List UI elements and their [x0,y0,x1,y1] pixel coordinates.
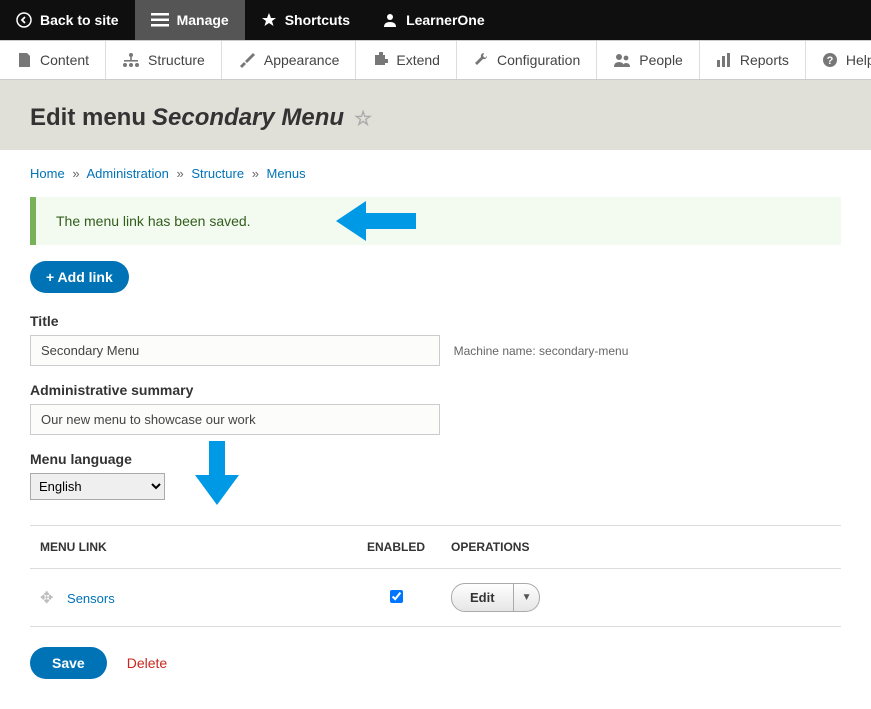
reports-icon [716,52,732,68]
menu-content-label: Content [40,52,89,68]
annotation-arrow-icon [336,201,416,241]
breadcrumb: Home » Administration » Structure » Menu… [30,166,841,181]
menu-reports[interactable]: Reports [700,41,806,79]
content-region: Home » Administration » Structure » Menu… [0,150,871,709]
machine-name-value: secondary-menu [539,344,628,358]
toolbar: Back to site Manage Shortcuts LearnerOne [0,0,871,40]
form-actions: Save Delete [30,647,841,679]
breadcrumb-sep: » [72,166,79,181]
language-select[interactable]: English [30,473,165,500]
hamburger-icon [151,13,169,27]
dropdown-toggle[interactable]: ▼ [514,583,541,612]
extend-icon [372,52,388,68]
menu-people[interactable]: People [597,41,700,79]
menu-structure-label: Structure [148,52,205,68]
menu-appearance[interactable]: Appearance [222,41,357,79]
page-header: Edit menu Secondary Menu ☆ [0,80,871,150]
language-label: Menu language [30,451,165,467]
shortcuts-button[interactable]: Shortcuts [245,0,366,40]
manage-label: Manage [177,12,229,28]
title-row: Title Machine name: secondary-menu [30,313,841,366]
menu-links-table: MENU LINK ENABLED OPERATIONS ✥ Sensors E… [30,525,841,627]
star-icon [261,12,277,28]
breadcrumb-sep: » [252,166,259,181]
back-icon [16,12,32,28]
menu-people-label: People [639,52,683,68]
col-operations: OPERATIONS [441,526,841,569]
language-row: Menu language English [30,451,841,505]
svg-text:?: ? [827,55,834,67]
summary-input[interactable] [30,404,440,435]
user-icon [382,12,398,28]
annotation-arrow-down-icon [195,441,239,505]
breadcrumb-admin[interactable]: Administration [86,166,168,181]
col-menu-link: MENU LINK [30,526,351,569]
drag-handle-icon[interactable]: ✥ [40,590,53,607]
menu-structure[interactable]: Structure [106,41,222,79]
col-enabled: ENABLED [351,526,441,569]
table-row: ✥ Sensors Edit ▼ [30,569,841,627]
user-button[interactable]: LearnerOne [366,0,501,40]
manage-button[interactable]: Manage [135,0,245,40]
breadcrumb-home[interactable]: Home [30,166,65,181]
menu-content[interactable]: Content [0,41,106,79]
menu-configuration[interactable]: Configuration [457,41,597,79]
title-input[interactable] [30,335,440,366]
status-message-text: The menu link has been saved. [56,213,251,229]
back-to-site-button[interactable]: Back to site [0,0,135,40]
machine-name: Machine name: secondary-menu [454,344,629,358]
breadcrumb-sep: » [176,166,183,181]
user-label: LearnerOne [406,12,485,28]
edit-button[interactable]: Edit [451,583,514,612]
content-icon [16,52,32,68]
back-label: Back to site [40,12,119,28]
breadcrumb-structure[interactable]: Structure [191,166,244,181]
configuration-icon [473,52,489,68]
menu-reports-label: Reports [740,52,789,68]
menu-extend[interactable]: Extend [356,41,457,79]
delete-link[interactable]: Delete [127,655,167,671]
enabled-checkbox[interactable] [390,590,403,603]
save-button[interactable]: Save [30,647,107,679]
help-icon: ? [822,52,838,68]
operations-dropbutton: Edit ▼ [451,583,540,612]
summary-row: Administrative summary [30,382,841,435]
status-message: The menu link has been saved. [30,197,841,245]
menu-appearance-label: Appearance [264,52,340,68]
summary-label: Administrative summary [30,382,841,398]
title-name: Secondary Menu [152,104,344,132]
breadcrumb-menus[interactable]: Menus [267,166,306,181]
favorite-star-icon[interactable]: ☆ [354,106,372,131]
admin-menu: Content Structure Appearance Extend Conf… [0,40,871,80]
title-label: Title [30,313,841,329]
menu-link-title[interactable]: Sensors [67,591,115,606]
people-icon [613,52,631,68]
page-title: Edit menu Secondary Menu ☆ [30,104,841,132]
menu-extend-label: Extend [396,52,440,68]
machine-name-label: Machine name: [454,344,536,358]
menu-configuration-label: Configuration [497,52,580,68]
shortcuts-label: Shortcuts [285,12,350,28]
title-prefix: Edit menu [30,104,146,132]
menu-help[interactable]: ? Help [806,41,871,79]
structure-icon [122,52,140,68]
appearance-icon [238,52,256,68]
menu-help-label: Help [846,52,871,68]
add-link-button[interactable]: + Add link [30,261,129,293]
